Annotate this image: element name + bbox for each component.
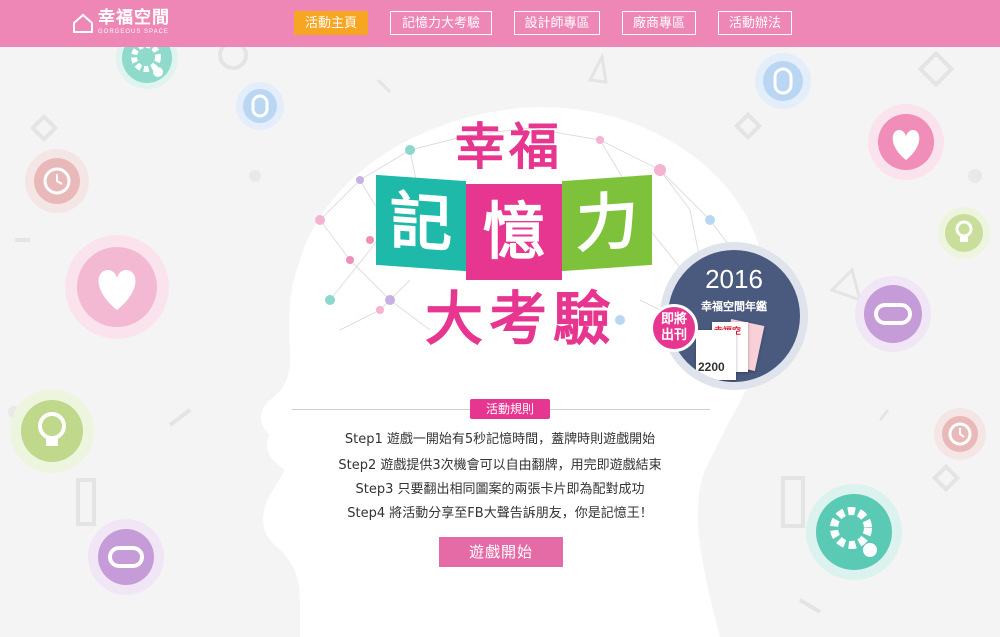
heart-icon	[65, 235, 169, 339]
gamepad-icon	[855, 276, 931, 352]
badge-year: 2016	[705, 264, 763, 294]
title-line-1: 幸福	[455, 118, 563, 176]
rule-step-2: Step2 遊戲提供3次機會可以自由翻牌，用完即遊戲結束	[338, 458, 662, 473]
title-char-2: 憶	[466, 184, 562, 280]
gamepad-icon	[88, 519, 164, 595]
rule-step-4: Step4 將活動分享至FB大聲告訴朋友，你是記憶王！	[347, 506, 653, 521]
gear-icon	[806, 484, 902, 580]
mouse-icon	[236, 82, 284, 130]
lightbulb-icon	[10, 389, 94, 473]
clock-icon	[934, 408, 986, 460]
brand-logo[interactable]: 幸福空間 GORGEOUS SPACE	[72, 10, 170, 35]
title-char-1: 記	[376, 174, 466, 272]
magazine-number: 2200	[698, 360, 725, 374]
nav-item-home[interactable]: 活動主頁	[294, 11, 368, 35]
mouse-icon	[755, 53, 811, 109]
nav-item-vendor-zone[interactable]: 廠商專區	[622, 11, 696, 35]
title-char-3: 力	[562, 174, 652, 272]
title-line-3: 大考驗	[425, 285, 618, 353]
heart-icon	[868, 104, 944, 180]
nav-item-designer-zone[interactable]: 設計師專區	[514, 11, 600, 35]
nav-item-memory-test[interactable]: 記憶力大考驗	[390, 11, 492, 35]
lightbulb-icon	[938, 207, 990, 259]
top-navigation-bar: 幸福空間 GORGEOUS SPACE 活動主頁 記憶力大考驗 設計師專區 廠商…	[0, 0, 1000, 47]
magazine-cover: 2200	[696, 330, 736, 380]
coming-soon-tag: 即將出刊	[650, 304, 698, 352]
clock-icon	[25, 149, 89, 213]
house-icon	[73, 13, 93, 33]
rule-step-3: Step3 只要翻出相同圖案的兩張卡片即為配對成功	[355, 482, 645, 497]
brand-subtitle: GORGEOUS SPACE	[98, 29, 169, 35]
brand-name: 幸福空間	[98, 8, 170, 28]
rules-label: 活動規則	[470, 399, 550, 419]
start-game-button[interactable]: 遊戲開始	[439, 537, 563, 567]
rule-step-1: Step1 遊戲一開始有5秒記憶時間，蓋牌時則遊戲開始	[344, 432, 656, 447]
nav-item-rules[interactable]: 活動辦法	[718, 11, 792, 35]
